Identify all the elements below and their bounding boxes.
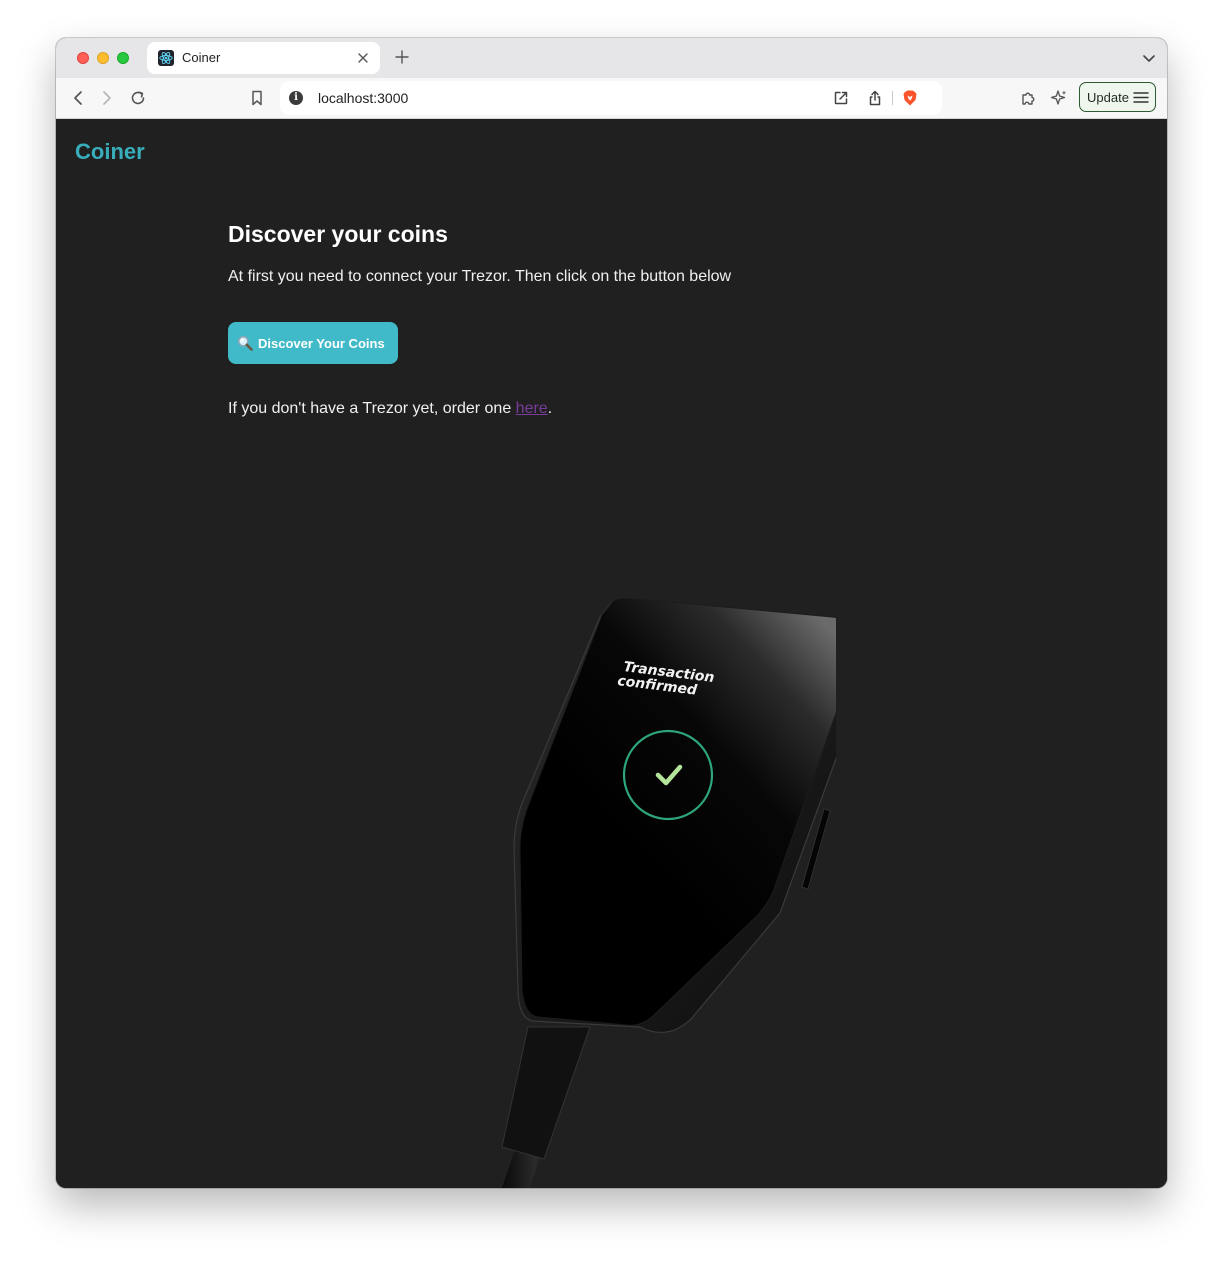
update-button-label: Update [1087, 90, 1129, 105]
bookmark-icon[interactable] [247, 88, 267, 108]
trezor-device-image: Transaction confirmed [501, 597, 836, 1188]
tab-coiner[interactable]: Coiner [147, 42, 380, 74]
browser-toolbar: i localhost:3000 Update [56, 78, 1167, 119]
tab-title: Coiner [182, 50, 221, 65]
update-button[interactable]: Update [1079, 82, 1156, 112]
magnifier-icon [237, 335, 253, 351]
order-text-suffix: . [547, 400, 553, 417]
reload-icon[interactable] [128, 88, 148, 108]
hamburger-menu-icon [1133, 91, 1149, 104]
page-title: Discover your coins [228, 221, 448, 247]
address-bar-separator [892, 91, 893, 105]
new-tab-icon[interactable] [393, 48, 411, 66]
url-text[interactable]: localhost:3000 [318, 90, 408, 106]
chevron-down-icon[interactable] [1141, 50, 1157, 66]
zoom-window-button[interactable] [117, 52, 129, 64]
discover-coins-button-label: Discover Your Coins [258, 336, 385, 351]
close-window-button[interactable] [77, 52, 89, 64]
close-tab-icon[interactable] [354, 49, 372, 67]
forward-arrow-icon[interactable] [97, 88, 117, 108]
open-external-icon[interactable] [832, 89, 850, 107]
page-content: Coiner Discover your coins At first you … [56, 119, 1167, 1188]
leo-ai-sparkle-icon[interactable] [1049, 88, 1069, 108]
back-arrow-icon[interactable] [68, 88, 88, 108]
tab-strip: Coiner [56, 38, 1167, 78]
brave-shields-icon[interactable] [901, 89, 919, 107]
extensions-puzzle-icon[interactable] [1019, 88, 1039, 108]
usb-plug [501, 1026, 591, 1160]
order-here-link[interactable]: here [516, 400, 548, 417]
browser-window: Coiner i localhost:3000 Update Coiner Di… [56, 38, 1167, 1188]
order-text-prefix: If you don't have a Trezor yet, order on… [228, 400, 516, 417]
discover-coins-button[interactable]: Discover Your Coins [228, 322, 398, 364]
intro-text: At first you need to connect your Trezor… [228, 268, 732, 285]
order-text: If you don't have a Trezor yet, order on… [228, 400, 552, 418]
device-screen [519, 597, 836, 1026]
minimize-window-button[interactable] [97, 52, 109, 64]
brand-logo-text[interactable]: Coiner [75, 139, 145, 165]
react-favicon-icon [158, 50, 174, 66]
address-bar[interactable]: i localhost:3000 [280, 81, 942, 115]
share-icon[interactable] [866, 89, 884, 107]
site-info-icon[interactable]: i [289, 91, 303, 105]
